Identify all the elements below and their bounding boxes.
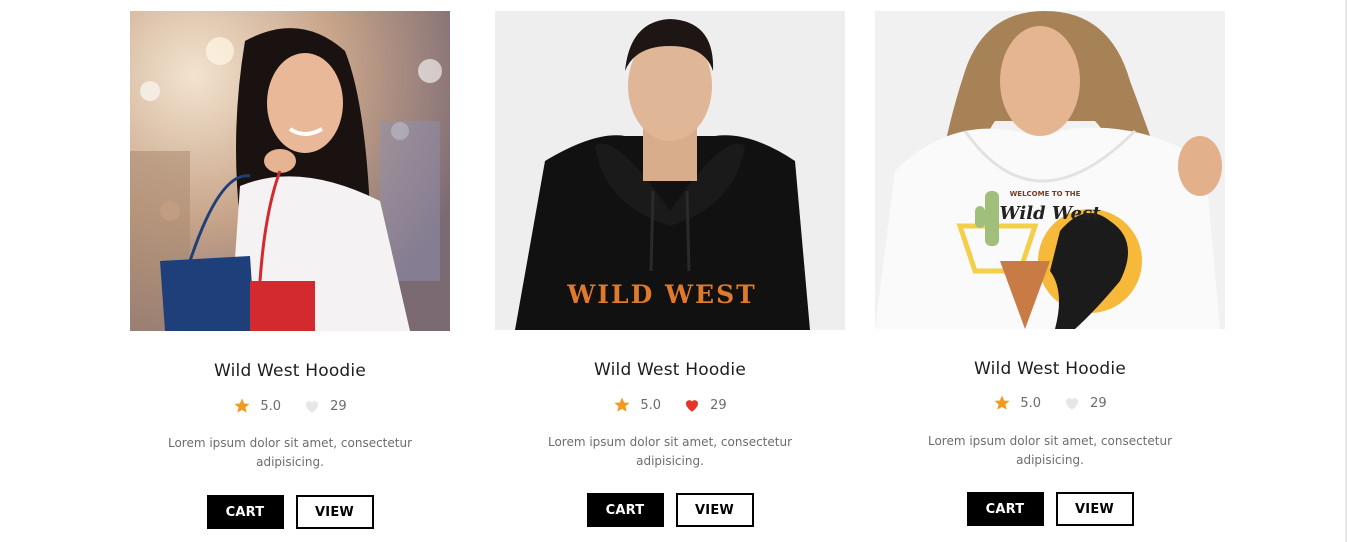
view-button[interactable]: VIEW — [1055, 492, 1134, 526]
cart-button[interactable]: CART — [586, 493, 664, 527]
product-title[interactable]: Wild West Hoodie — [495, 360, 845, 380]
card-actions: CART VIEW — [130, 495, 450, 529]
rating-value: 5.0 — [640, 397, 662, 413]
heart-icon[interactable] — [1063, 394, 1081, 412]
description-line: Lorem ipsum dolor sit amet, consectetur — [927, 434, 1173, 448]
heart-icon[interactable] — [683, 396, 701, 414]
star-icon — [993, 394, 1011, 412]
view-button[interactable]: VIEW — [675, 493, 754, 527]
product-image[interactable] — [130, 11, 450, 331]
rating-value: 5.0 — [260, 398, 282, 414]
card-actions: CART VIEW — [495, 493, 845, 527]
star-icon — [233, 397, 251, 415]
product-title[interactable]: Wild West Hoodie — [130, 361, 450, 381]
likes-count: 29 — [710, 397, 727, 413]
product-meta: 5.0 29 — [495, 396, 845, 414]
card-actions: CART VIEW — [875, 492, 1225, 526]
description-line: adipisicing. — [636, 454, 704, 468]
rating-value: 5.0 — [1020, 395, 1042, 411]
heart-icon[interactable] — [303, 397, 321, 415]
hoodie-print-text: WILD WEST — [566, 280, 757, 309]
product-description: Lorem ipsum dolor sit amet, consectetur … — [130, 434, 450, 472]
product-meta: 5.0 29 — [130, 397, 450, 415]
product-title[interactable]: Wild West Hoodie — [875, 359, 1225, 379]
product-image[interactable]: WILD WEST — [495, 11, 845, 330]
description-line: adipisicing. — [256, 455, 324, 469]
likes-count: 29 — [330, 398, 347, 414]
view-button[interactable]: VIEW — [295, 495, 374, 529]
hoodie-print-caption: WELCOME TO THE — [1010, 190, 1081, 198]
description-line: Lorem ipsum dolor sit amet, consectetur — [547, 435, 793, 449]
description-line: adipisicing. — [1016, 453, 1084, 467]
cart-button[interactable]: CART — [966, 492, 1044, 526]
likes-count: 29 — [1090, 395, 1107, 411]
product-meta: 5.0 29 — [875, 394, 1225, 412]
product-description: Lorem ipsum dolor sit amet, consectetur … — [875, 432, 1225, 470]
product-image[interactable]: WELCOME TO THE Wild West — [875, 11, 1225, 329]
hoodie-print-text: Wild West — [999, 203, 1101, 224]
star-icon — [613, 396, 631, 414]
cart-button[interactable]: CART — [206, 495, 284, 529]
description-line: Lorem ipsum dolor sit amet, consectetur — [167, 436, 413, 450]
product-description: Lorem ipsum dolor sit amet, consectetur … — [495, 433, 845, 471]
product-card: WELCOME TO THE Wild West Wild West Hoodi… — [875, 11, 1225, 542]
product-card: Wild West Hoodie 5.0 29 Lorem ipsum dolo… — [130, 11, 450, 542]
product-card: WILD WEST Wild West Hoodie 5.0 29 Lorem … — [495, 11, 845, 542]
